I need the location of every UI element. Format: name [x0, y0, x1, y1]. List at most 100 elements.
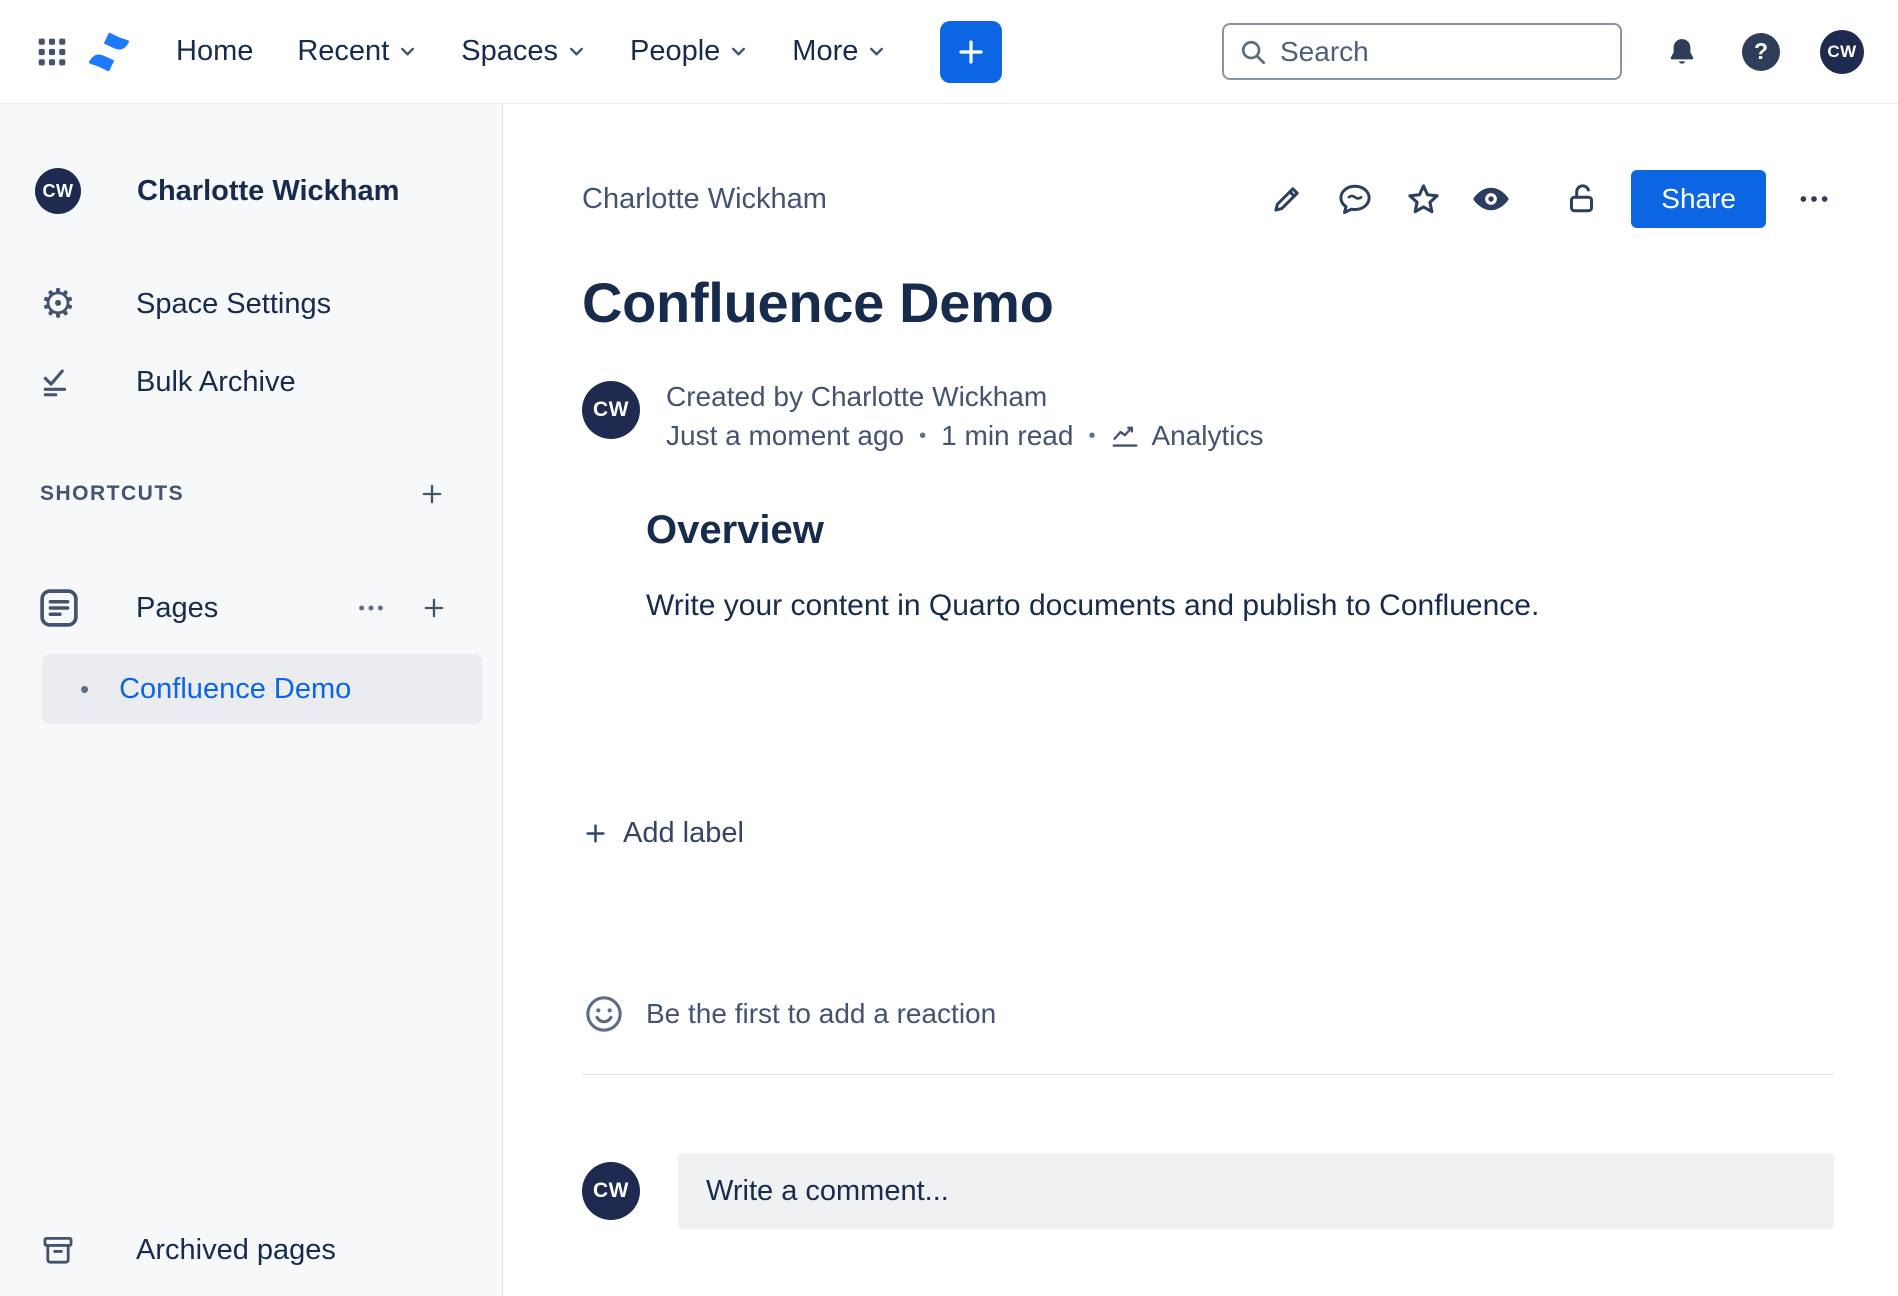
commenter-avatar-initials: CW — [593, 1179, 629, 1203]
topnav-right-cluster: ? CW — [1222, 23, 1864, 80]
analytics-link[interactable]: Analytics — [1110, 420, 1263, 452]
create-button[interactable] — [940, 21, 1002, 83]
bell-icon — [1666, 36, 1698, 68]
nav-more-label: More — [792, 35, 858, 68]
space-header[interactable]: CW Charlotte Wickham — [0, 168, 502, 214]
commenter-avatar: CW — [582, 1162, 640, 1220]
profile-avatar-initials: CW — [1827, 42, 1856, 62]
confluence-logo-icon — [86, 29, 132, 75]
top-navigation-bar: Home Recent Spaces People More ? — [0, 0, 1898, 104]
shortcuts-label: SHORTCUTS — [40, 482, 184, 506]
author-avatar-initials: CW — [593, 398, 629, 422]
reaction-row: Be the first to add a reaction — [582, 992, 1834, 1036]
comment-row: CW Write a comment... — [582, 1153, 1834, 1229]
chevron-down-icon — [567, 42, 586, 61]
read-time-text: 1 min read — [941, 420, 1073, 452]
app-switcher-button[interactable] — [30, 30, 74, 74]
separator-dot: • — [1088, 425, 1095, 448]
space-avatar: CW — [35, 168, 81, 214]
primary-nav: Home Recent Spaces People More — [176, 35, 886, 68]
nav-spaces-label: Spaces — [461, 35, 558, 68]
space-avatar-initials: CW — [43, 181, 74, 202]
eye-icon — [1472, 180, 1510, 218]
body-heading: Overview — [646, 508, 1834, 553]
more-actions-button[interactable] — [1794, 179, 1834, 219]
add-reaction-button[interactable] — [582, 992, 626, 1036]
add-page-button[interactable] — [420, 594, 448, 622]
nav-item-home[interactable]: Home — [176, 35, 253, 68]
restrictions-button[interactable] — [1563, 179, 1603, 219]
separator-dot: • — [919, 425, 926, 448]
star-button[interactable] — [1403, 179, 1443, 219]
pages-more-button[interactable] — [356, 593, 386, 623]
breadcrumb[interactable]: Charlotte Wickham — [582, 183, 827, 216]
confluence-logo[interactable] — [86, 29, 132, 75]
nav-recent-label: Recent — [297, 35, 389, 68]
add-label-text: Add label — [623, 817, 744, 850]
notifications-button[interactable] — [1662, 32, 1702, 72]
chevron-down-icon — [729, 42, 748, 61]
sidebar-pages-header[interactable]: Pages — [0, 572, 502, 644]
page-body: Overview Write your content in Quarto do… — [646, 508, 1834, 625]
page-actions: Share — [1267, 170, 1834, 228]
edit-button[interactable] — [1267, 179, 1307, 219]
page-content-area: Charlotte Wickham Share — [504, 104, 1898, 1296]
plus-icon — [955, 36, 987, 68]
chevron-down-icon — [398, 42, 417, 61]
comment-input[interactable]: Write a comment... — [678, 1153, 1834, 1229]
sidebar-item-archived-pages[interactable]: Archived pages — [0, 1218, 502, 1282]
archived-pages-label: Archived pages — [136, 1234, 336, 1267]
plus-icon — [418, 480, 446, 508]
page-tree-item-confluence-demo[interactable]: • Confluence Demo — [42, 654, 482, 724]
unlock-icon — [1565, 181, 1601, 217]
nav-item-more[interactable]: More — [792, 35, 886, 68]
gear-icon: ⚙ — [40, 284, 76, 324]
add-label-button[interactable]: Add label — [582, 817, 744, 850]
ellipsis-icon — [356, 593, 386, 623]
bulk-archive-label: Bulk Archive — [136, 366, 296, 399]
pages-label: Pages — [136, 592, 218, 625]
comment-placeholder-text: Write a comment... — [706, 1175, 949, 1208]
shortcuts-header: SHORTCUTS — [0, 476, 502, 512]
help-button[interactable]: ? — [1742, 33, 1780, 71]
app-grid-icon — [36, 36, 68, 68]
nav-item-recent[interactable]: Recent — [297, 35, 417, 68]
nav-home-label: Home — [176, 35, 253, 68]
nav-item-people[interactable]: People — [630, 35, 748, 68]
byline: CW Created by Charlotte Wickham Just a m… — [582, 381, 1834, 452]
body-paragraph: Write your content in Quarto documents a… — [646, 587, 1834, 625]
profile-avatar[interactable]: CW — [1820, 30, 1864, 74]
add-shortcut-button[interactable] — [418, 480, 446, 508]
author-avatar[interactable]: CW — [582, 381, 640, 439]
comment-button[interactable] — [1335, 179, 1375, 219]
search-input[interactable] — [1280, 36, 1606, 68]
analytics-chart-icon — [1110, 421, 1140, 451]
timestamp-text: Just a moment ago — [666, 420, 904, 452]
bulk-archive-icon — [41, 365, 75, 399]
star-icon — [1405, 181, 1442, 218]
share-button[interactable]: Share — [1631, 170, 1766, 228]
nav-people-label: People — [630, 35, 720, 68]
space-name: Charlotte Wickham — [137, 175, 399, 208]
watch-button[interactable] — [1471, 179, 1511, 219]
pencil-icon — [1269, 181, 1305, 217]
page-bullet: • — [80, 674, 89, 705]
question-mark-icon: ? — [1754, 38, 1768, 65]
smiley-icon — [582, 992, 626, 1036]
ellipsis-icon — [1797, 182, 1831, 216]
page-tree-item-label: Confluence Demo — [119, 673, 351, 706]
comment-bubble-icon — [1337, 181, 1373, 217]
comments-divider — [582, 1074, 1834, 1075]
page-title: Confluence Demo — [582, 270, 1834, 335]
sidebar-item-bulk-archive[interactable]: Bulk Archive — [0, 350, 502, 414]
created-by-text: Created by Charlotte Wickham — [666, 381, 1264, 413]
chevron-down-icon — [867, 42, 886, 61]
archive-box-icon — [41, 1233, 75, 1267]
space-sidebar: CW Charlotte Wickham ⚙ Space Settings Bu… — [0, 104, 503, 1296]
sidebar-item-space-settings[interactable]: ⚙ Space Settings — [0, 272, 502, 336]
analytics-label: Analytics — [1151, 420, 1263, 452]
nav-item-spaces[interactable]: Spaces — [461, 35, 586, 68]
search-box[interactable] — [1222, 23, 1622, 80]
page-header-row: Charlotte Wickham Share — [582, 170, 1834, 228]
plus-icon — [582, 820, 609, 847]
